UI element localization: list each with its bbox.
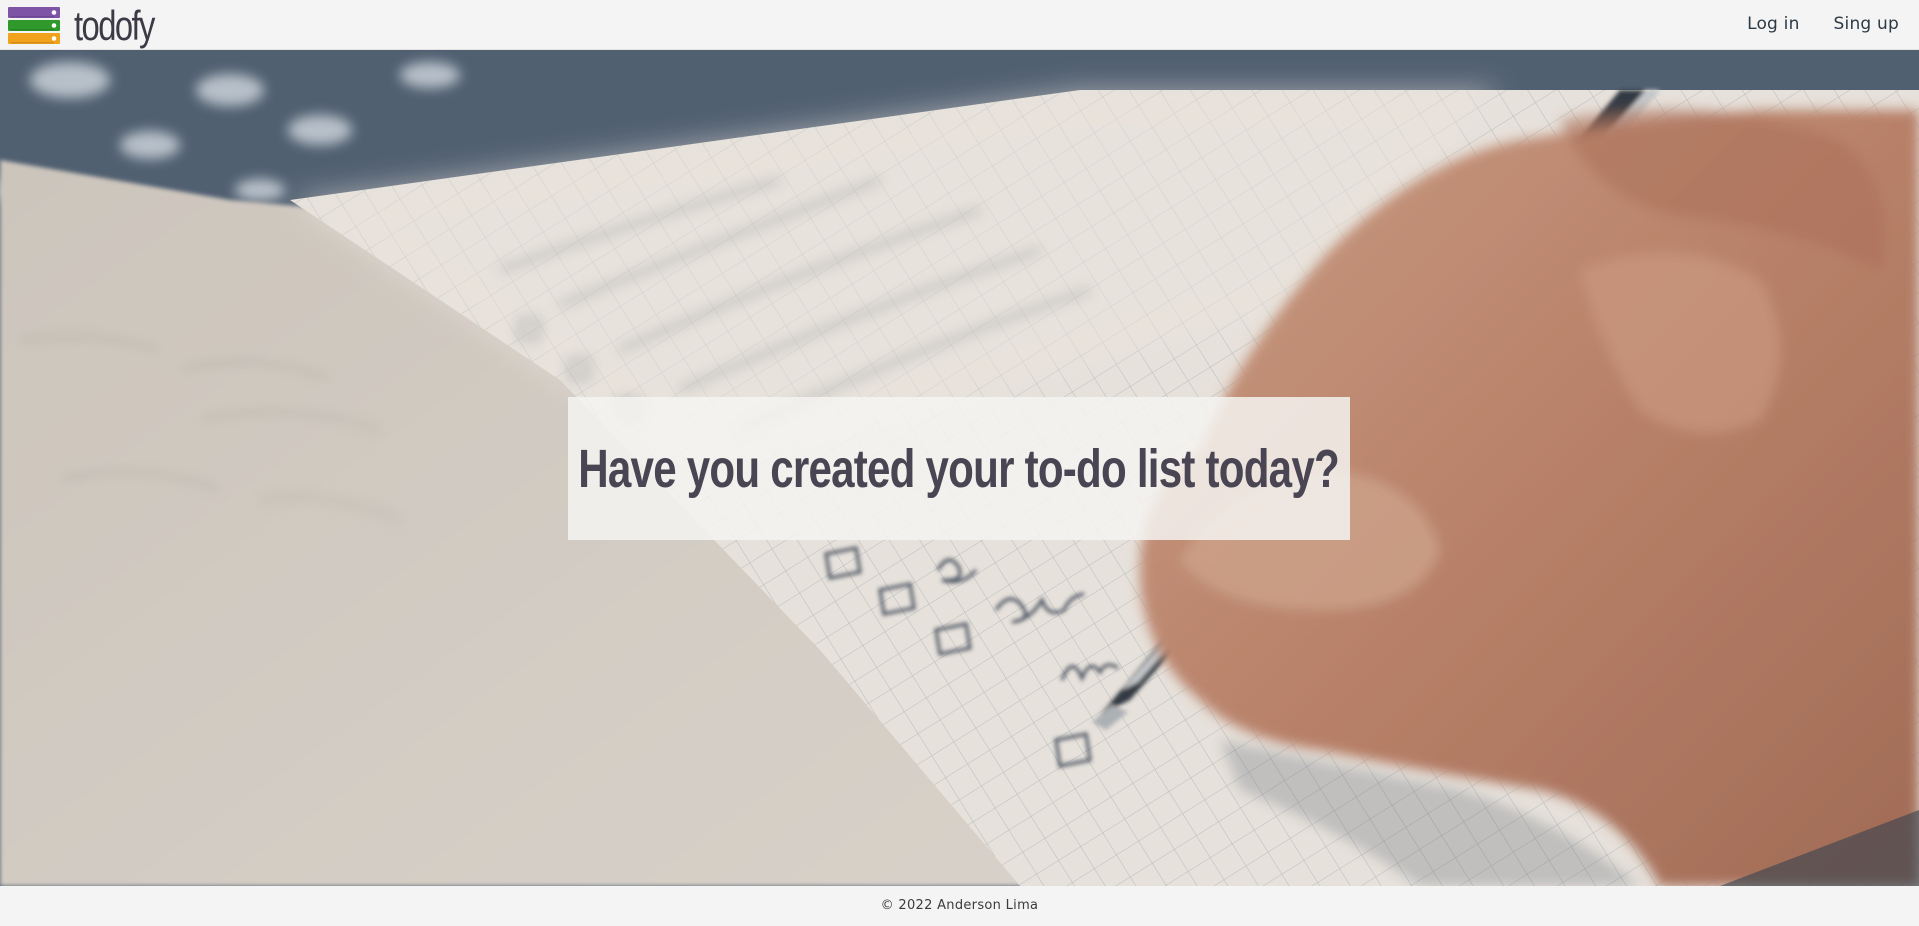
hero-headline: Have you created your to-do list today?: [578, 438, 1340, 499]
copyright-text: © 2022 Anderson Lima: [880, 898, 1039, 913]
hero-section: Have you created your to-do list today?: [0, 50, 1919, 886]
top-navbar: todofy Log in Sing up: [0, 0, 1919, 50]
signup-link[interactable]: Sing up: [1834, 14, 1899, 34]
brand-logo-link[interactable]: todofy: [8, 2, 176, 49]
auth-nav: Log in Sing up: [1713, 14, 1899, 34]
page-footer: © 2022 Anderson Lima: [0, 886, 1919, 926]
brand-name: todofy: [74, 2, 155, 49]
stacked-bars-icon: [8, 7, 60, 44]
login-link[interactable]: Log in: [1747, 14, 1799, 34]
headline-card: Have you created your to-do list today?: [568, 397, 1350, 540]
